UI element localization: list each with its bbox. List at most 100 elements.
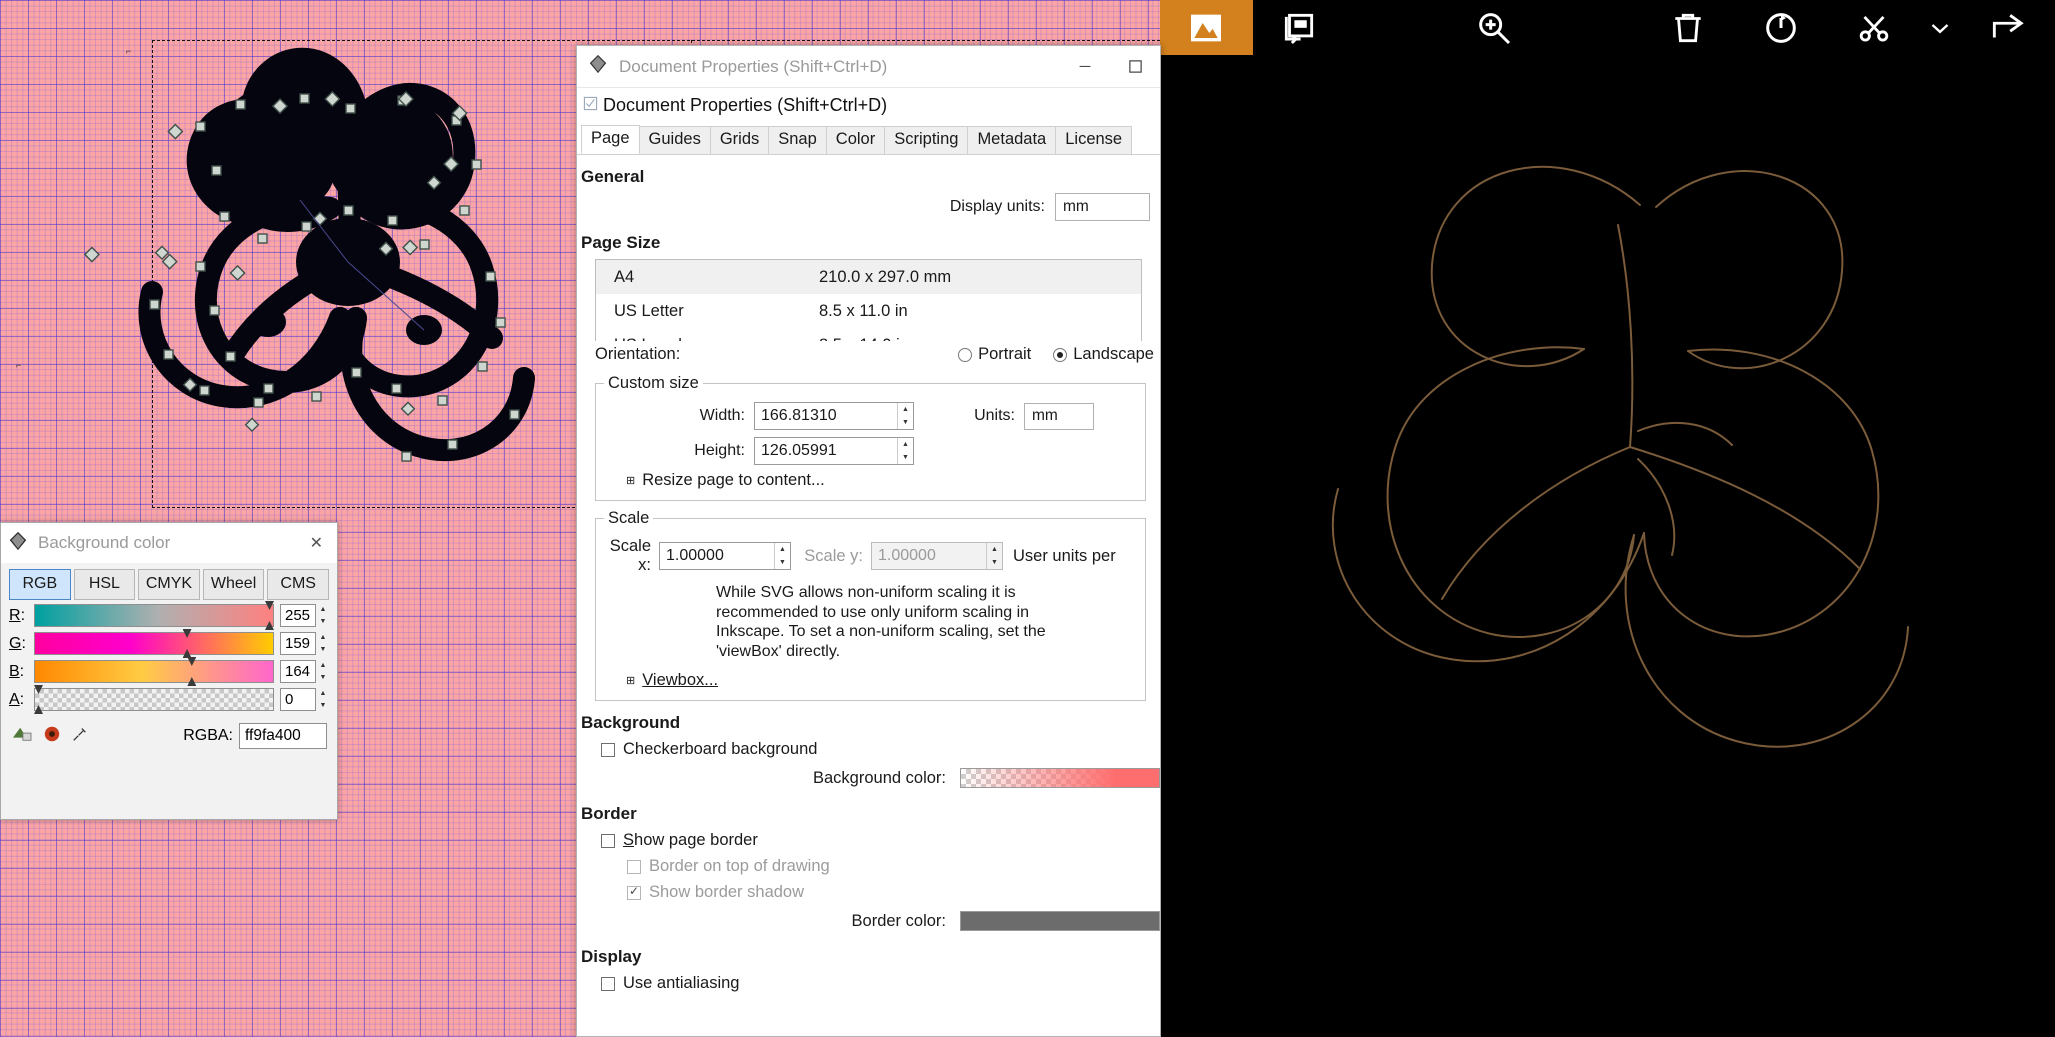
border-on-top-checkbox[interactable]: Border on top of drawing bbox=[627, 857, 1160, 876]
dialog-titlebar[interactable]: Document Properties (Shift+Ctrl+D) ─ bbox=[577, 46, 1160, 88]
slider-knob-icon[interactable] bbox=[265, 601, 274, 610]
close-icon[interactable]: ✕ bbox=[302, 533, 331, 553]
channel-slider-b[interactable] bbox=[34, 660, 274, 683]
channel-value-r[interactable]: 255 bbox=[280, 604, 316, 627]
export-image-icon[interactable] bbox=[1253, 0, 1346, 55]
width-stepper[interactable]: ▲▼ bbox=[897, 403, 913, 429]
tab-color[interactable]: Color bbox=[826, 126, 885, 154]
color-stop-icon[interactable] bbox=[43, 725, 61, 748]
tab-cmyk[interactable]: CMYK bbox=[138, 569, 200, 600]
page-size-row-a4[interactable]: A4 210.0 x 297.0 mm bbox=[596, 260, 1141, 294]
image-viewer-panel[interactable] bbox=[1160, 0, 2055, 1037]
maximize-button[interactable] bbox=[1110, 46, 1160, 88]
slider-knob-icon[interactable] bbox=[187, 657, 196, 666]
eyedropper-icon[interactable] bbox=[71, 725, 89, 748]
slider-knob-icon[interactable] bbox=[183, 629, 192, 638]
trash-icon[interactable] bbox=[1642, 0, 1735, 55]
tab-metadata[interactable]: Metadata bbox=[967, 126, 1056, 154]
resize-page-to-content-label: Resize page to content... bbox=[642, 471, 825, 490]
slider-knob-icon[interactable] bbox=[34, 705, 43, 714]
height-stepper[interactable]: ▲▼ bbox=[897, 438, 913, 464]
tab-cms[interactable]: CMS bbox=[267, 569, 329, 600]
share-icon[interactable] bbox=[1960, 0, 2055, 55]
background-color-swatch[interactable] bbox=[960, 768, 1160, 788]
bg-dialog-title: Background color bbox=[38, 533, 302, 553]
tab-hsl[interactable]: HSL bbox=[74, 569, 136, 600]
radio-circle-icon bbox=[958, 348, 972, 362]
channel-stepper-g[interactable]: ▲▼ bbox=[317, 632, 329, 655]
background-color-dialog[interactable]: Background color ✕ RGB HSL CMYK Wheel CM… bbox=[0, 522, 338, 820]
checkerboard-background-label: Checkerboard background bbox=[623, 740, 817, 759]
tab-license[interactable]: License bbox=[1055, 126, 1132, 154]
channel-row-g[interactable]: G: 159 ▲▼ bbox=[1, 632, 337, 655]
checkerboard-background-checkbox[interactable]: Checkerboard background bbox=[601, 740, 1160, 759]
use-antialiasing-label: Use antialiasing bbox=[623, 974, 739, 993]
channel-value-g[interactable]: 159 bbox=[280, 632, 316, 655]
scale-x-stepper[interactable]: ▲▼ bbox=[774, 543, 790, 569]
tab-page[interactable]: Page bbox=[581, 125, 640, 154]
tab-wheel[interactable]: Wheel bbox=[203, 569, 265, 600]
channel-stepper-r[interactable]: ▲▼ bbox=[317, 604, 329, 627]
viewbox-expander[interactable]: ⊞ Viewbox... bbox=[626, 671, 1137, 690]
channel-row-b[interactable]: B: 164 ▲▼ bbox=[1, 660, 337, 683]
tab-grids[interactable]: Grids bbox=[710, 126, 769, 154]
page-size-row-us-letter[interactable]: US Letter 8.5 x 11.0 in bbox=[596, 294, 1141, 328]
rotate-icon[interactable] bbox=[1735, 0, 1828, 55]
viewer-toolbar[interactable] bbox=[1160, 0, 2055, 55]
height-value: 126.05991 bbox=[755, 438, 897, 464]
tab-snap[interactable]: Snap bbox=[768, 126, 827, 154]
orientation-landscape-radio[interactable]: Landscape bbox=[1053, 345, 1154, 364]
dialog-subtitle-bar: Document Properties (Shift+Ctrl+D) bbox=[577, 88, 1160, 123]
channel-row-a[interactable]: A: 0 ▲▼ bbox=[1, 688, 337, 711]
channel-slider-g[interactable] bbox=[34, 632, 274, 655]
page-size-dimensions: 8.5 x 14.0 in bbox=[819, 336, 1141, 342]
use-antialiasing-checkbox[interactable]: Use antialiasing bbox=[601, 974, 1160, 993]
chevron-down-icon[interactable] bbox=[1920, 0, 1960, 55]
slider-knob-icon[interactable] bbox=[34, 685, 43, 694]
orientation-row[interactable]: Orientation: Portrait Landscape bbox=[577, 341, 1160, 366]
channel-slider-a[interactable] bbox=[34, 688, 274, 711]
scale-x-input[interactable]: 1.00000 ▲▼ bbox=[659, 542, 791, 570]
channel-stepper-a[interactable]: ▲▼ bbox=[317, 688, 329, 711]
orientation-portrait-radio[interactable]: Portrait bbox=[958, 345, 1031, 364]
tab-scripting[interactable]: Scripting bbox=[884, 126, 968, 154]
page-size-list[interactable]: A4 210.0 x 297.0 mm US Letter 8.5 x 11.0… bbox=[595, 259, 1142, 341]
expander-plus-icon: ⊞ bbox=[626, 474, 635, 487]
bg-dialog-titlebar[interactable]: Background color ✕ bbox=[1, 523, 337, 563]
color-model-tabs[interactable]: RGB HSL CMYK Wheel CMS bbox=[1, 563, 337, 604]
general-heading: General bbox=[581, 167, 1160, 187]
width-label: Width: bbox=[604, 407, 754, 425]
rgba-input[interactable]: ff9fa400 bbox=[239, 723, 327, 749]
cut-icon[interactable] bbox=[1827, 0, 1920, 55]
channel-value-b[interactable]: 164 bbox=[280, 660, 316, 683]
slider-knob-icon[interactable] bbox=[265, 621, 274, 630]
resize-page-to-content-expander[interactable]: ⊞ Resize page to content... bbox=[626, 471, 1137, 490]
swatch-icon[interactable] bbox=[11, 725, 33, 748]
tab-guides[interactable]: Guides bbox=[639, 126, 711, 154]
channel-slider-r[interactable] bbox=[34, 604, 274, 627]
zoom-in-icon[interactable] bbox=[1345, 0, 1642, 55]
dialog-subtitle-text: Document Properties (Shift+Ctrl+D) bbox=[603, 95, 887, 116]
slider-knob-icon[interactable] bbox=[187, 677, 196, 686]
show-page-border-checkbox[interactable]: SShow page borderhow page border bbox=[601, 831, 1160, 850]
units-select[interactable]: mm bbox=[1024, 403, 1094, 430]
channel-value-a[interactable]: 0 bbox=[280, 688, 316, 711]
display-units-select[interactable]: mm bbox=[1055, 193, 1150, 221]
channel-stepper-b[interactable]: ▲▼ bbox=[317, 660, 329, 683]
document-properties-dialog[interactable]: Document Properties (Shift+Ctrl+D) ─ Doc… bbox=[576, 45, 1161, 1037]
width-value: 166.81310 bbox=[755, 403, 897, 429]
tab-rgb[interactable]: RGB bbox=[9, 569, 71, 600]
show-border-shadow-checkbox[interactable]: Show border shadow bbox=[627, 883, 1160, 902]
dialog-tabs[interactable]: Page Guides Grids Snap Color Scripting M… bbox=[577, 123, 1160, 155]
minimize-button[interactable]: ─ bbox=[1060, 46, 1110, 88]
scale-y-input: 1.00000 ▲▼ bbox=[871, 542, 1003, 570]
page-size-row-us-legal[interactable]: US Legal 8.5 x 14.0 in bbox=[596, 328, 1141, 341]
dialog-body: General Display units: mm Page Size A4 2… bbox=[577, 167, 1160, 993]
height-input[interactable]: 126.05991 ▲▼ bbox=[754, 437, 914, 465]
border-color-swatch[interactable] bbox=[960, 911, 1160, 931]
width-input[interactable]: 166.81310 ▲▼ bbox=[754, 402, 914, 430]
image-icon[interactable] bbox=[1160, 0, 1253, 55]
scale-x-value: 1.00000 bbox=[660, 543, 774, 569]
channel-row-r[interactable]: R: 255 ▲▼ bbox=[1, 604, 337, 627]
slider-knob-icon[interactable] bbox=[183, 649, 192, 658]
